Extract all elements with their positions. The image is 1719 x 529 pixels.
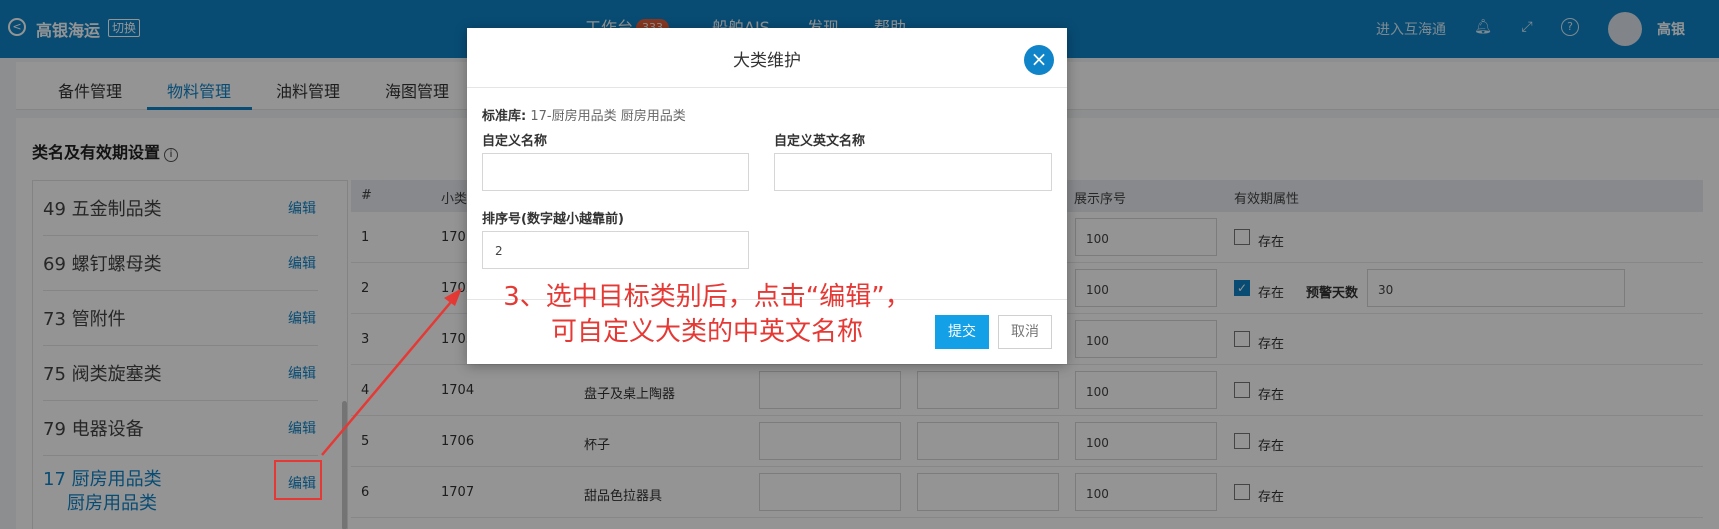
arrow-head (444, 288, 462, 306)
divider (467, 87, 1067, 88)
standard-library-label: 标准库: (482, 109, 527, 124)
custom-en-label: 自定义英文名称 (774, 134, 866, 149)
cancel-button[interactable]: 取消 (998, 315, 1052, 349)
custom-name-field[interactable] (482, 153, 749, 191)
close-icon[interactable]: × (1024, 45, 1054, 75)
arrow-line (321, 295, 457, 456)
standard-library-text: 标准库: 17-厨房用品类 厨房用品类 (482, 105, 686, 124)
sort-order-label: 排序号(数字越小越靠前) (482, 212, 624, 227)
standard-library-value: 17-厨房用品类 厨房用品类 (530, 109, 686, 124)
custom-name-label: 自定义名称 (482, 134, 548, 149)
sort-order-field[interactable]: 2 (482, 231, 749, 269)
annotation-text: 3、选中目标类别后，点击“编辑”， 可自定义大类的中英文名称 (477, 280, 937, 350)
annotation-line1: 3、选中目标类别后，点击“编辑”， (503, 282, 911, 312)
annotation-line2: 可自定义大类的中英文名称 (550, 317, 863, 347)
custom-en-field[interactable] (774, 153, 1052, 191)
submit-button[interactable]: 提交 (935, 315, 989, 349)
dialog-title: 大类维护 (733, 51, 801, 71)
